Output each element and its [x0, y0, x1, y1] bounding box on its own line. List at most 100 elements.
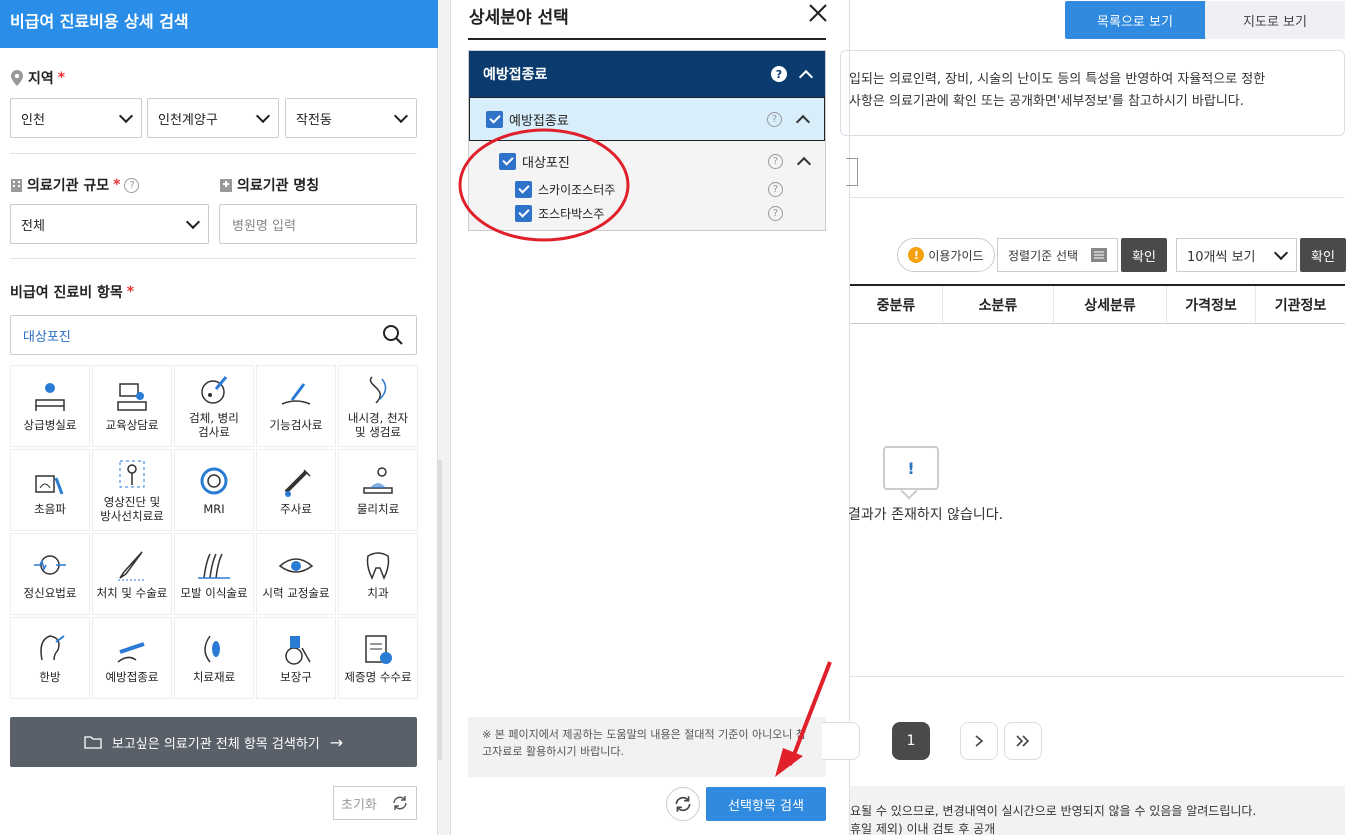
divider	[10, 258, 417, 259]
category-item[interactable]: 예방접종료	[92, 617, 172, 699]
category-item[interactable]: 모발 이식술료	[174, 533, 254, 615]
region-label: 지역 *	[10, 68, 65, 88]
ear-icon	[40, 635, 65, 660]
tree-level2[interactable]: 예방접종료 ?	[469, 97, 825, 141]
counseling-icon	[117, 383, 147, 411]
eye-icon	[278, 558, 314, 573]
hospital-name-input[interactable]: 병원명 입력	[219, 204, 417, 244]
category-label: 주사료	[280, 501, 312, 516]
checkbox-checked[interactable]	[515, 180, 532, 198]
search-panel: 비급여 진료비용 상세 검색 지역 * 인천 인천계양구 작전동 의료기관 규모 *…	[0, 0, 438, 835]
material-icon	[204, 635, 220, 663]
page-size-select[interactable]: 10개씩 보기	[1176, 238, 1297, 272]
category-label: 상급병실료	[23, 417, 77, 432]
region-city-select[interactable]: 인천	[10, 98, 142, 138]
search-icon[interactable]	[382, 324, 404, 346]
help-icon[interactable]: ?	[768, 181, 783, 197]
search-all-button[interactable]: 보고싶은 의료기관 전체 항목 검색하기 →	[10, 717, 417, 767]
user-guide-button[interactable]: ! 이용가이드	[897, 238, 995, 272]
specimen-icon	[201, 375, 228, 404]
tree-level4-item[interactable]: 스카이조스터주 ?	[469, 177, 825, 201]
category-item[interactable]: 치료재료	[174, 617, 254, 699]
category-item[interactable]: MRI	[174, 449, 254, 531]
tree-level3[interactable]: 대상포진 ?	[469, 145, 825, 177]
prev-page-button[interactable]	[822, 722, 860, 760]
checkbox-checked[interactable]	[499, 152, 516, 170]
chevron-up-icon[interactable]	[795, 114, 811, 129]
scale-select[interactable]: 전체	[10, 204, 209, 244]
sort-confirm-button[interactable]: 확인	[1121, 238, 1167, 272]
category-label: 보장구	[280, 669, 312, 684]
help-icon[interactable]: ?	[767, 111, 782, 127]
checkbox-checked[interactable]	[486, 110, 503, 128]
last-page-button[interactable]	[1004, 722, 1042, 760]
category-label: 처치 및 수술료	[96, 585, 168, 600]
category-item[interactable]: 상급병실료	[10, 365, 90, 447]
category-label: 한방	[39, 669, 61, 684]
scrollbar[interactable]	[438, 460, 442, 760]
help-notice: ※ 본 페이지에서 제공하는 도움말의 내용은 절대적 기준이 아니오니 참고자…	[468, 717, 826, 777]
ultrasound-icon	[35, 475, 64, 495]
category-item[interactable]: 처치 및 수술료	[92, 533, 172, 615]
refresh-icon	[393, 796, 407, 810]
empty-state-icon: !	[883, 446, 939, 490]
column-header: 상세분류	[1053, 286, 1166, 323]
scalpel-icon	[118, 551, 146, 581]
category-item[interactable]: 한방	[10, 617, 90, 699]
results-panel: 목록으로 보기 지도로 보기 입되는 의료인력, 장비, 시술의 난이도 등의 …	[822, 0, 1360, 835]
reset-button[interactable]: 초기화	[333, 786, 417, 820]
category-item[interactable]: 제증명 수수료	[338, 617, 418, 699]
category-item[interactable]: 영상진단 및 방사선치료료	[92, 449, 172, 531]
region-dong-select[interactable]: 작전동	[285, 98, 417, 138]
category-label: 제증명 수수료	[344, 669, 412, 684]
category-item[interactable]: 초음파	[10, 449, 90, 531]
syringe-icon	[284, 469, 311, 497]
building-icon	[11, 179, 22, 192]
category-item[interactable]: 내시경, 천자 및 생검료	[338, 365, 418, 447]
help-icon[interactable]: ?	[771, 66, 787, 82]
category-item[interactable]: 교육상담료	[92, 365, 172, 447]
list-view-button[interactable]: 목록으로 보기	[1065, 1, 1205, 39]
category-item[interactable]: 물리치료	[338, 449, 418, 531]
arrow-right-icon: →	[329, 732, 344, 752]
search-selected-button[interactable]: 선택항목 검색	[706, 787, 826, 821]
help-icon[interactable]: ?	[768, 205, 783, 221]
next-page-button[interactable]	[960, 722, 998, 760]
category-item[interactable]: 기능검사료	[256, 365, 336, 447]
divider	[850, 197, 1345, 198]
refresh-button[interactable]	[666, 787, 700, 821]
chevron-right-icon	[975, 735, 984, 747]
tree-level1[interactable]: 예방접종료 ?	[469, 51, 825, 97]
checkbox-checked[interactable]	[515, 204, 532, 222]
hospital-icon	[220, 179, 232, 192]
item-search-input[interactable]: 대상포진	[10, 315, 417, 355]
category-item[interactable]: 시력 교정술료	[256, 533, 336, 615]
page-size-confirm-button[interactable]: 확인	[1300, 238, 1346, 272]
partial-control[interactable]	[846, 158, 858, 186]
category-item[interactable]: 주사료	[256, 449, 336, 531]
category-item[interactable]: 치과	[338, 533, 418, 615]
map-view-button[interactable]: 지도로 보기	[1205, 1, 1345, 39]
close-icon[interactable]	[807, 2, 829, 24]
category-label: 검체, 병리 검사료	[189, 410, 239, 439]
category-grid: 상급병실료 교육상담료 검체, 병리 검사료 기능검사료 내시경, 천자 및 생검료초음…	[10, 365, 418, 699]
chevron-up-icon[interactable]	[796, 156, 812, 171]
tree-level4-item[interactable]: 조스타박스주 ?	[469, 201, 825, 225]
category-label: 예방접종료	[105, 669, 159, 684]
category-label: 치료재료	[192, 669, 236, 684]
region-district-select[interactable]: 인천계양구	[147, 98, 279, 138]
chevron-down-icon	[393, 108, 409, 123]
sort-select[interactable]: 정렬기준 선택	[997, 238, 1118, 272]
column-header: 가격정보	[1166, 286, 1255, 323]
page-number-button[interactable]: 1	[892, 722, 930, 760]
table-header: 중분류 소분류 상세분류 가격정보 기관정보	[850, 284, 1345, 324]
category-item[interactable]: 검체, 병리 검사료	[174, 365, 254, 447]
physical-therapy-icon	[363, 467, 393, 494]
chevron-up-icon[interactable]	[798, 69, 814, 84]
help-icon[interactable]: ?	[768, 153, 783, 169]
panel-title: 비급여 진료비용 상세 검색	[0, 0, 438, 48]
detail-category-modal: 상세분야 선택 예방접종료 ? 예방접종료 ? 대상포진 ? 스카이조스터주 ?…	[450, 0, 850, 835]
category-item[interactable]: 정신요법료	[10, 533, 90, 615]
help-icon[interactable]: ?	[124, 177, 140, 193]
category-item[interactable]: 보장구	[256, 617, 336, 699]
